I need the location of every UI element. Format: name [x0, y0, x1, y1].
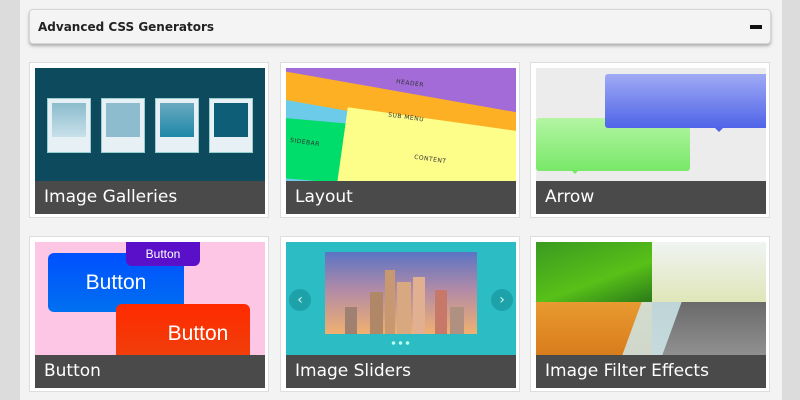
- card-label: Layout: [286, 181, 516, 214]
- card-label: Button: [35, 355, 265, 388]
- slider-dots[interactable]: [390, 341, 412, 345]
- card-layout[interactable]: HEADER SUB MENU SIDEBAR CONTENT Layout: [280, 62, 520, 218]
- card-label: Arrow: [536, 181, 766, 214]
- chevron-left-icon[interactable]: ‹: [289, 289, 311, 311]
- sample-button-purple: Button: [126, 242, 200, 266]
- card-image-sliders[interactable]: ‹ › Image Sliders: [280, 236, 520, 392]
- image-galleries-thumbnail: Image Galleries: [35, 68, 265, 214]
- layout-thumbnail: HEADER SUB MENU SIDEBAR CONTENT Layout: [286, 68, 516, 214]
- card-arrow[interactable]: Arrow: [530, 62, 770, 218]
- card-image-galleries[interactable]: Image Galleries: [29, 62, 269, 218]
- card-label: Image Sliders: [286, 355, 516, 388]
- city-image: [325, 252, 477, 334]
- image-sliders-thumbnail: ‹ › Image Sliders: [286, 242, 516, 388]
- card-label: Image Galleries: [35, 181, 265, 214]
- minus-icon[interactable]: [750, 24, 762, 29]
- section-header[interactable]: Advanced CSS Generators: [29, 9, 771, 44]
- section-title: Advanced CSS Generators: [38, 19, 215, 34]
- image-filter-effects-thumbnail: Image Filter Effects: [536, 242, 766, 388]
- card-button[interactable]: Button Button Button Button: [29, 236, 269, 392]
- button-thumbnail: Button Button Button Button: [35, 242, 265, 388]
- chevron-right-icon[interactable]: ›: [491, 289, 513, 311]
- card-label: Image Filter Effects: [536, 355, 766, 388]
- card-image-filter-effects[interactable]: Image Filter Effects: [530, 236, 770, 392]
- arrow-thumbnail: Arrow: [536, 68, 766, 214]
